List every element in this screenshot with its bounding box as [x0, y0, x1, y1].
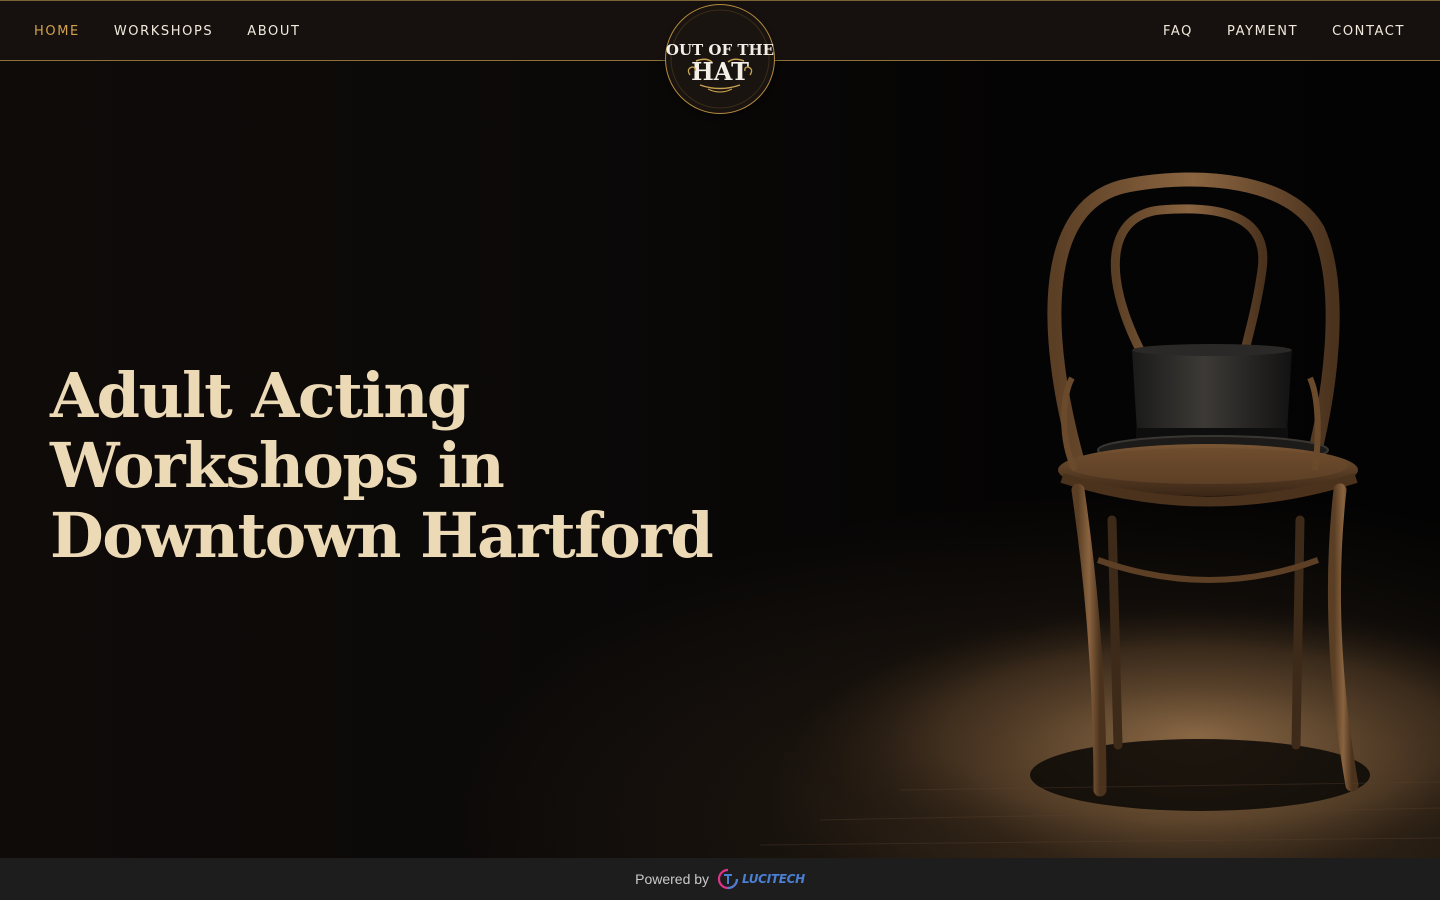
site-logo[interactable]: OUT OF THE HAT [665, 4, 775, 114]
nav-link-about[interactable]: ABOUT [247, 24, 300, 39]
hero-heading-line-2: Workshops in [50, 429, 505, 502]
lucitech-link[interactable]: LUCITECH [717, 868, 805, 890]
nav-link-contact[interactable]: CONTACT [1332, 24, 1405, 39]
powered-by-label: Powered by [635, 871, 710, 887]
nav-left-group: HOME WORKSHOPS ABOUT [34, 1, 335, 61]
logo-text-line2: HAT [691, 57, 749, 86]
logo-graphic: OUT OF THE HAT [666, 9, 774, 109]
nav-right-group: FAQ PAYMENT CONTACT [1129, 1, 1405, 61]
hero-section: Adult Acting Workshops in Downtown Hartf… [0, 61, 1440, 858]
nav-link-home[interactable]: HOME [34, 24, 80, 39]
lucitech-brand-name: LUCITECH [742, 872, 805, 886]
nav-link-faq[interactable]: FAQ [1163, 24, 1193, 39]
nav-link-workshops[interactable]: WORKSHOPS [114, 24, 213, 39]
hero-heading-line-3: Downtown Hartford [50, 499, 714, 572]
hero-heading-line-1: Adult Acting [50, 359, 470, 432]
lucitech-logo-icon [717, 868, 739, 890]
hero-heading: Adult Acting Workshops in Downtown Hartf… [50, 361, 770, 571]
powered-by-footer: Powered by LUCITECH [0, 858, 1440, 900]
nav-link-payment[interactable]: PAYMENT [1227, 24, 1298, 39]
page: HOME WORKSHOPS ABOUT FAQ PAYMENT CONTACT… [0, 0, 1440, 900]
